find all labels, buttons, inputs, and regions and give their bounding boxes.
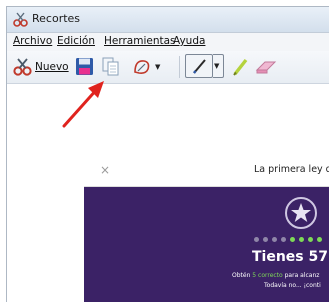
- scissors-app-icon: [13, 12, 28, 27]
- toolbar: Nuevo ▼ ▼: [7, 51, 329, 84]
- menu-archivo[interactable]: Archivo: [13, 35, 52, 47]
- progress-dot: [299, 237, 304, 242]
- capture-close-icon: ×: [100, 163, 111, 177]
- captured-screenshot: × La primera ley de Tienes 57 Obtén 5 co…: [84, 154, 329, 302]
- progress-dot: [290, 237, 295, 242]
- scissors-icon: [13, 58, 32, 76]
- progress-dot: [317, 237, 322, 242]
- eraser-icon[interactable]: [255, 59, 277, 75]
- star-badge-icon: [285, 197, 317, 229]
- highlighter-icon[interactable]: [231, 57, 249, 77]
- pen-dropdown-chevron-icon: ▼: [214, 62, 220, 70]
- progress-dot: [308, 237, 313, 242]
- score-text: Tienes 57: [252, 249, 328, 265]
- progress-dot: [272, 237, 277, 242]
- pen-tool-button[interactable]: [185, 54, 213, 78]
- capture-dialog-header: × La primera ley de: [84, 154, 329, 187]
- menu-herramientas[interactable]: Herramientas: [104, 35, 176, 47]
- title-bar: Recortes: [7, 7, 329, 33]
- menu-bar: Archivo Edición Herramientas Ayuda: [7, 33, 329, 51]
- red-arrow-annotation: [62, 81, 104, 128]
- score-hint-prefix: Obtén: [232, 272, 253, 279]
- send-snip-icon[interactable]: [132, 57, 152, 77]
- copy-icon[interactable]: [101, 56, 121, 77]
- pen-dropdown[interactable]: ▼: [213, 54, 224, 78]
- menu-ayuda[interactable]: Ayuda: [173, 35, 205, 47]
- score-hint: Obtén 5 correcto para alcanz: [232, 272, 319, 279]
- window-title: Recortes: [32, 12, 81, 25]
- new-snip-label: Nuevo: [35, 61, 69, 73]
- progress-dot: [263, 237, 268, 242]
- send-dropdown-chevron-icon[interactable]: ▼: [155, 63, 160, 71]
- progress-dot: [254, 237, 259, 242]
- pen-icon: [193, 59, 206, 74]
- encouragement-text: Todavía no... ¡conti: [264, 282, 321, 289]
- toolbar-separator: [179, 56, 180, 78]
- score-hint-highlight: 5 correcto: [252, 272, 283, 279]
- capture-title: La primera ley de: [254, 164, 329, 175]
- progress-dot: [281, 237, 286, 242]
- score-hint-suffix: para alcanz: [282, 272, 320, 279]
- save-icon[interactable]: [75, 57, 94, 76]
- menu-edicion[interactable]: Edición: [57, 35, 95, 47]
